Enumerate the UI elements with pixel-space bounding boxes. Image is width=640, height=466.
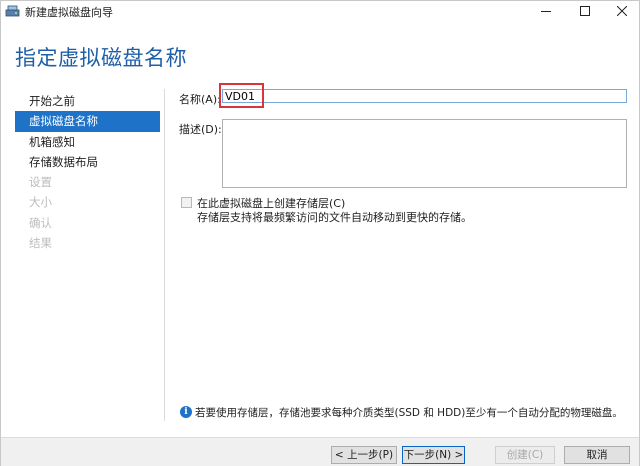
- disk-wizard-icon: [5, 3, 20, 18]
- nav-item-results: 结果: [29, 236, 52, 251]
- name-highlight-box: [219, 83, 264, 108]
- nav-item-settings: 设置: [29, 175, 52, 190]
- maximize-icon: [580, 5, 590, 16]
- window-title: 新建虚拟磁盘向导: [25, 6, 113, 19]
- name-input[interactable]: [222, 89, 627, 103]
- description-label: 描述(D):: [179, 123, 222, 136]
- nav-item-storage-layout[interactable]: 存储数据布局: [15, 152, 160, 172]
- description-textarea[interactable]: [222, 119, 627, 188]
- cancel-button[interactable]: 取消: [564, 446, 630, 464]
- maximize-button[interactable]: [568, 1, 602, 20]
- footer-bar: < 上一步(P) 下一步(N) > 创建(C) 取消: [1, 437, 639, 466]
- nav-item-size: 大小: [29, 195, 52, 210]
- close-icon: [617, 5, 627, 16]
- nav-item-enclosure-awareness[interactable]: 机箱感知: [15, 132, 160, 152]
- step-nav: 开始之前 虚拟磁盘名称 机箱感知 存储数据布局 设置 大小 确认 结果: [15, 91, 160, 253]
- minimize-button[interactable]: [529, 1, 563, 20]
- name-label: 名称(A):: [179, 93, 221, 106]
- info-icon: i: [180, 406, 192, 418]
- close-button[interactable]: [605, 1, 639, 20]
- storage-tier-checkbox[interactable]: [181, 197, 192, 208]
- next-button[interactable]: 下一步(N) >: [402, 446, 465, 464]
- nav-item-before-you-begin[interactable]: 开始之前: [15, 91, 160, 111]
- nav-item-virtual-disk-name[interactable]: 虚拟磁盘名称: [15, 111, 160, 132]
- page-title: 指定虚拟磁盘名称: [15, 46, 187, 70]
- minimize-icon: [541, 10, 551, 12]
- wizard-window: 新建虚拟磁盘向导 指定虚拟磁盘名称 开始之前 虚拟磁盘名称 机箱感知 存储数据布…: [0, 0, 640, 466]
- nav-divider: [164, 89, 165, 421]
- storage-tier-description: 存储层支持将最频繁访问的文件自动移动到更快的存储。: [197, 211, 472, 224]
- info-text: 若要使用存储层，存储池要求每种介质类型(SSD 和 HDD)至少有一个自动分配的…: [195, 407, 623, 419]
- title-bar: 新建虚拟磁盘向导: [1, 1, 639, 20]
- nav-item-confirmation: 确认: [29, 215, 52, 230]
- previous-button[interactable]: < 上一步(P): [331, 446, 397, 464]
- create-button: 创建(C): [495, 446, 555, 464]
